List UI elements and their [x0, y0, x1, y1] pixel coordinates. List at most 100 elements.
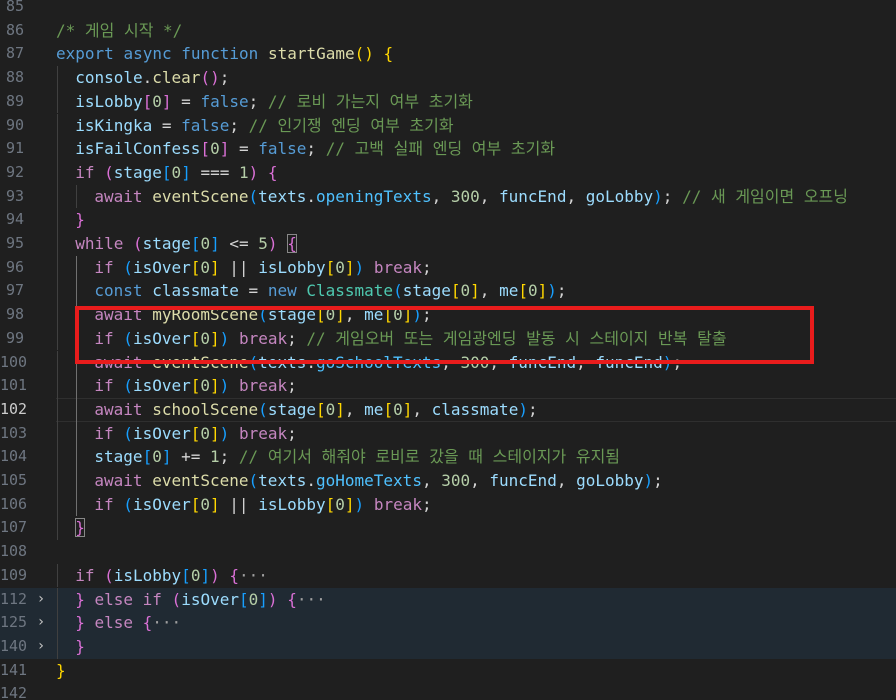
chevron-right-icon[interactable]: › — [34, 588, 48, 612]
code-line[interactable]: 88 console.clear(); — [0, 66, 896, 90]
code-token: 5 — [258, 234, 268, 253]
indent-guide — [57, 113, 58, 138]
code-token: if — [94, 257, 114, 277]
code-line[interactable]: 105 await eventScene(texts.goHomeTexts, 3… — [0, 469, 896, 493]
code-token: clear — [152, 68, 201, 88]
line-number: 106 — [0, 494, 28, 513]
code-line[interactable]: 103 if (isOver[0]) break; — [0, 421, 896, 446]
chevron-right-icon[interactable]: › — [34, 611, 48, 635]
code-token: stage — [94, 447, 143, 467]
code-text: if (isOver[0] || isLobby[0]) break; — [94, 493, 431, 517]
chevron-right-icon[interactable]: › — [34, 635, 48, 659]
code-token: if — [142, 589, 162, 609]
code-token: Classmate — [306, 281, 394, 301]
code-line[interactable]: 104 stage[0] += 1; // 여기서 해줘야 로비로 갔을 때 스테… — [0, 445, 896, 469]
code-token: [ — [383, 305, 394, 325]
indent-guide — [57, 469, 58, 493]
code-line[interactable]: 109 if (isLobby[0]) {··· — [0, 563, 896, 588]
code-line[interactable]: 101 if (isOver[0]) break; — [0, 374, 896, 398]
code-token: ( — [248, 471, 259, 490]
folded-ellipsis[interactable]: ··· — [239, 566, 268, 585]
code-line[interactable]: 89 isLobby[0] = false; // 로비 가는지 여부 초기화 — [0, 89, 896, 114]
code-token: ) — [210, 565, 220, 585]
code-token: [ — [315, 399, 326, 419]
code-token: isOver — [132, 376, 191, 396]
code-token: ) — [662, 352, 673, 372]
folded-ellipsis[interactable]: ··· — [152, 613, 181, 632]
code-token: goSchoolTexts — [315, 352, 442, 372]
code-text: } else {··· — [75, 611, 181, 635]
code-line[interactable]: 95 while (stage[0] <= 5) { — [0, 232, 896, 256]
code-line[interactable]: 91 isFailConfess[0] = false; // 고백 실패 엔딩 … — [0, 137, 896, 161]
code-line[interactable]: 107} — [0, 516, 896, 541]
code-line[interactable]: 98 await myRoomScene(stage[0], me[0]); — [0, 303, 896, 327]
code-token: , — [412, 399, 432, 419]
code-line[interactable]: 106 if (isOver[0] || isLobby[0]) break; — [0, 492, 896, 517]
code-token: ( — [393, 281, 403, 301]
indent-guide — [57, 492, 58, 517]
code-token: = — [171, 91, 201, 111]
code-token: isLobby — [258, 257, 326, 277]
code-line[interactable]: 94} — [0, 208, 896, 232]
indent-guide — [57, 232, 58, 256]
code-line[interactable]: 141} — [0, 659, 896, 683]
code-token: if — [94, 376, 114, 396]
code-editor[interactable]: 85 86 /* 게임 시작 */ 87 export async function s… — [0, 0, 896, 700]
code-line[interactable]: 102 await schoolScene(stage[0], me[0], cl… — [0, 397, 896, 422]
code-token: await — [94, 352, 143, 372]
code-text: await schoolScene(stage[0], me[0], class… — [94, 398, 537, 422]
line-number: 103 — [0, 423, 28, 442]
code-token: } — [75, 210, 85, 230]
code-token: [ — [142, 447, 153, 467]
code-token: ; — [219, 68, 230, 88]
code-token: openingTexts — [315, 186, 432, 206]
code-token: if — [75, 565, 95, 585]
code-line[interactable]: 142 — [0, 682, 896, 700]
code-token: break — [238, 376, 288, 396]
code-token: , — [479, 186, 500, 206]
code-token: { — [267, 162, 278, 182]
code-line[interactable]: 96 if (isOver[0] || isLobby[0]) break; — [0, 255, 896, 280]
code-token: ( — [123, 494, 133, 514]
code-token: <= — [219, 234, 259, 253]
folded-ellipsis[interactable]: ··· — [297, 590, 326, 609]
code-line[interactable]: 85 — [0, 0, 896, 19]
code-line[interactable]: 99 if (isOver[0]) break; // 게임오버 또는 게임광엔딩… — [0, 326, 896, 351]
code-line[interactable]: 100 await eventScene(texts.goSchoolTexts,… — [0, 350, 896, 375]
code-token: ] — [161, 91, 172, 111]
code-line[interactable]: 112 ›} else if (isOver[0]) {··· — [0, 587, 896, 612]
code-token: . — [306, 471, 316, 490]
code-comment: /* 게임 시작 */ — [56, 20, 183, 40]
code-token: [ — [450, 281, 461, 301]
code-line[interactable]: 86 /* 게임 시작 */ — [0, 19, 896, 43]
code-token: 0 — [152, 447, 162, 467]
code-token: [ — [190, 234, 201, 253]
code-line[interactable]: 93 await eventScene(texts.openingTexts, 3… — [0, 184, 896, 209]
code-token: stage — [142, 234, 191, 253]
code-text: stage[0] += 1; // 여기서 해줘야 로비로 갔을 때 스테이지가… — [94, 445, 620, 469]
code-token: [ — [190, 423, 201, 443]
code-line[interactable]: 87 export async function startGame() { — [0, 42, 896, 66]
code-line[interactable]: 92 if (stage[0] === 1) { — [0, 160, 896, 185]
code-token: ; — [653, 471, 663, 490]
code-token: ; — [229, 115, 249, 135]
code-token: ] — [470, 281, 480, 301]
code-line[interactable]: 140 ›} — [0, 634, 896, 659]
code-line[interactable]: 125 ›} else {··· — [0, 611, 896, 635]
code-token: 0 — [325, 305, 336, 325]
code-token: if — [75, 162, 95, 182]
code-line[interactable]: 108 — [0, 540, 896, 564]
code-text: await myRoomScene(stage[0], me[0]); — [94, 303, 431, 327]
code-token: texts — [258, 352, 307, 372]
code-token: if — [94, 328, 114, 348]
code-line[interactable]: 90 isKingka = false; // 인기쟁 엔딩 여부 초기화 — [0, 113, 896, 138]
code-line[interactable]: 97 const classmate = new Classmate(stage[… — [0, 279, 896, 304]
